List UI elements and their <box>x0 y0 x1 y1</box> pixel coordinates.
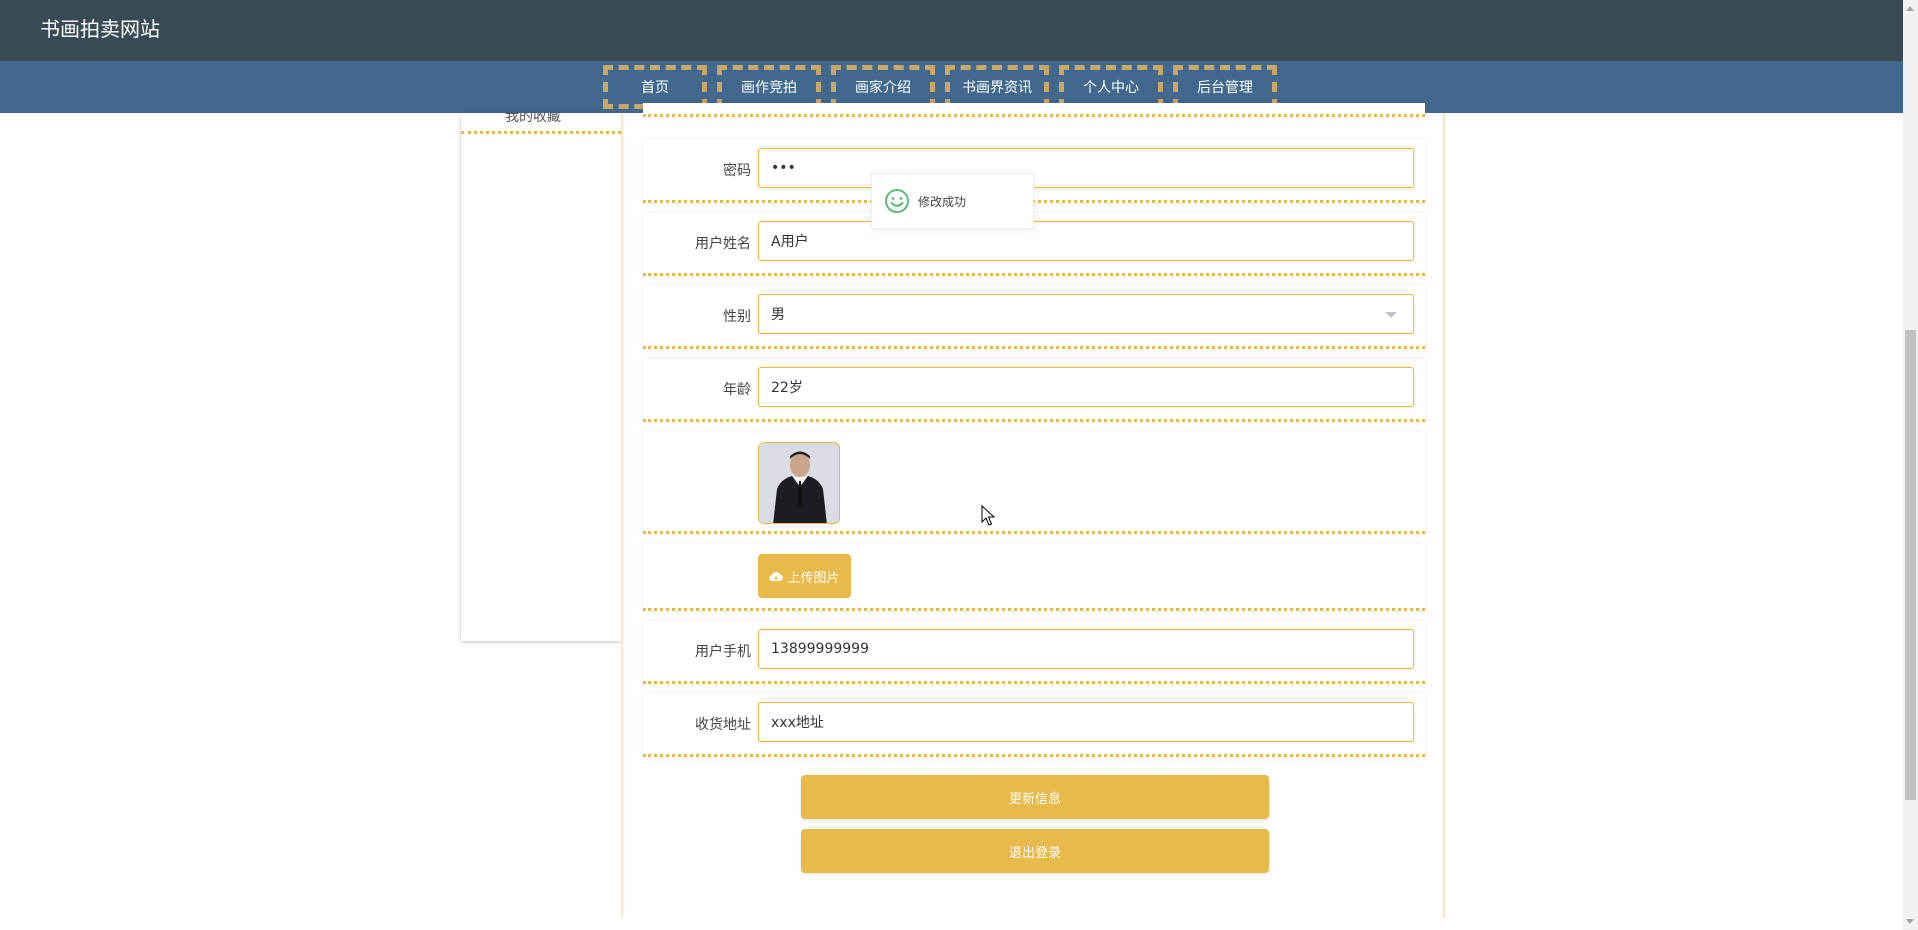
form-row-password: 密码 ••• <box>643 140 1425 203</box>
form-row-gender: 性别 男 <box>643 286 1425 349</box>
phone-input[interactable]: 13899999999 <box>758 629 1414 669</box>
gender-select[interactable]: 男 <box>758 294 1414 334</box>
user-photo-icon <box>759 443 839 523</box>
update-info-button[interactable]: 更新信息 <box>801 775 1269 819</box>
scroll-up-icon[interactable] <box>1906 6 1914 11</box>
mouse-cursor-icon <box>981 505 995 526</box>
page-scrollbar[interactable] <box>1903 0 1918 930</box>
smile-icon <box>885 189 909 213</box>
password-input[interactable]: ••• <box>758 148 1414 188</box>
chevron-down-icon <box>1385 312 1397 318</box>
success-toast: 修改成功 <box>871 173 1034 229</box>
sidebar-item-label: 我的收藏 <box>505 113 561 125</box>
sidebar-item-favorites[interactable]: 我的收藏 <box>461 113 621 134</box>
form-row-address: 收货地址 xxx地址 <box>643 694 1425 757</box>
gender-value: 男 <box>771 307 785 323</box>
gender-label: 性别 <box>723 309 751 325</box>
profile-form-panel: 密码 ••• 用户姓名 A用户 性别 男 年龄 22岁 上传图片 用户手机 13… <box>621 103 1445 918</box>
upload-image-button[interactable]: 上传图片 <box>758 554 851 598</box>
form-row-name: 用户姓名 A用户 <box>643 213 1425 276</box>
form-row-phone: 用户手机 13899999999 <box>643 621 1425 684</box>
upload-button-label: 上传图片 <box>787 570 840 586</box>
age-input[interactable]: 22岁 <box>758 367 1414 407</box>
logout-button[interactable]: 退出登录 <box>801 829 1269 873</box>
name-input[interactable]: A用户 <box>758 221 1414 261</box>
scrollbar-thumb[interactable] <box>1905 330 1916 800</box>
address-input[interactable]: xxx地址 <box>758 702 1414 742</box>
name-label: 用户姓名 <box>695 236 751 252</box>
scroll-down-icon[interactable] <box>1906 919 1914 924</box>
password-label: 密码 <box>723 163 751 179</box>
form-row-age: 年龄 22岁 <box>643 359 1425 422</box>
phone-label: 用户手机 <box>695 644 751 660</box>
avatar-image <box>758 442 840 524</box>
form-row-upload: 上传图片 <box>643 544 1425 611</box>
sidebar-panel: 我的收藏 <box>461 113 621 641</box>
form-row-avatar <box>643 432 1425 534</box>
form-row-clipped <box>643 103 1425 117</box>
cloud-upload-icon <box>769 571 784 581</box>
age-label: 年龄 <box>723 382 751 398</box>
site-title[interactable]: 书画拍卖网站 <box>40 16 160 42</box>
top-header: 书画拍卖网站 <box>0 0 1903 61</box>
toast-message: 修改成功 <box>918 194 967 209</box>
address-label: 收货地址 <box>695 717 751 733</box>
